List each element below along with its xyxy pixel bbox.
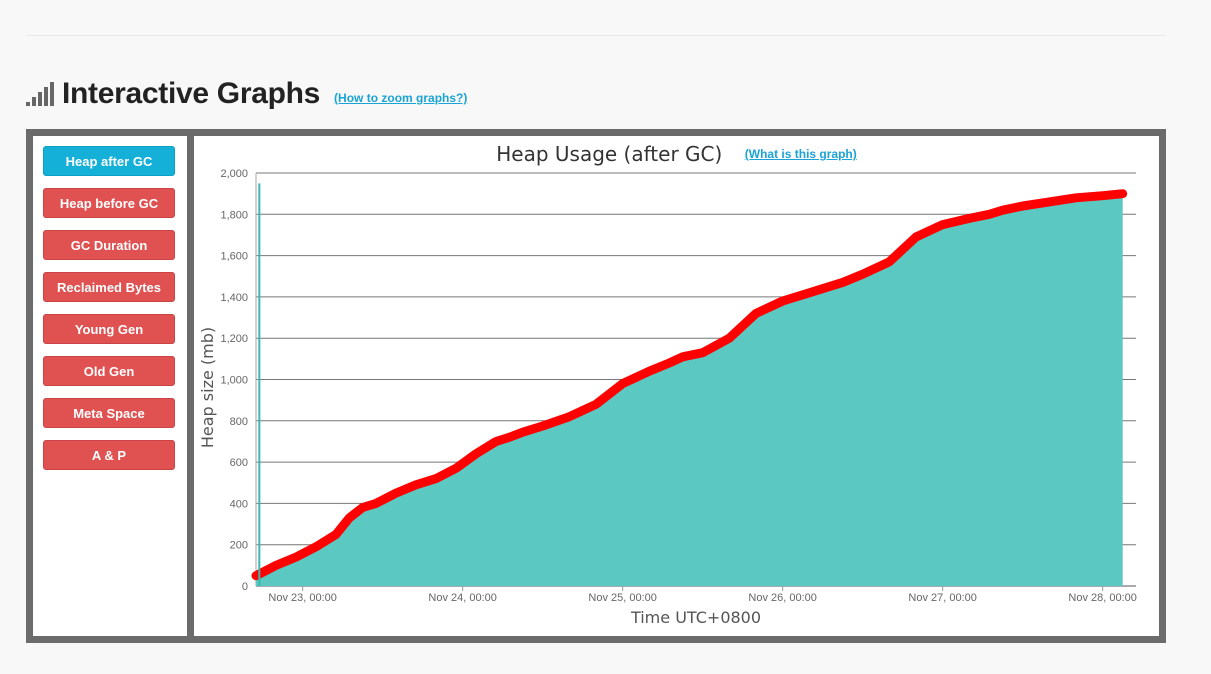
graph-nav-sidebar: Heap after GC Heap before GC GC Duration…	[33, 136, 187, 636]
heap-after-gc-button[interactable]: Heap after GC	[43, 146, 175, 176]
reclaimed-bytes-button[interactable]: Reclaimed Bytes	[43, 272, 175, 302]
x-tick-label: Nov 26, 00:00	[748, 592, 817, 604]
a-and-p-button[interactable]: A & P	[43, 440, 175, 470]
signal-bars-icon	[26, 82, 54, 106]
heap-area-fill	[256, 193, 1123, 586]
young-gen-button[interactable]: Young Gen	[43, 314, 175, 344]
chart-panel[interactable]: 0 200 400 600 800 1,000 1,200 1,400 1,600 1,800 2,…	[194, 136, 1159, 636]
x-tick-label: Nov 25, 00:00	[588, 592, 657, 604]
y-tick-label: 800	[230, 416, 248, 428]
y-tick-label: 1,000	[220, 375, 248, 387]
chart-title: Heap Usage (after GC)	[496, 142, 723, 166]
y-tick-label: 1,600	[220, 251, 248, 263]
heap-before-gc-button[interactable]: Heap before GC	[43, 188, 175, 218]
y-tick-label: 1,400	[220, 292, 248, 304]
graph-frame: Heap after GC Heap before GC GC Duration…	[26, 129, 1166, 643]
heap-usage-chart[interactable]: 0 200 400 600 800 1,000 1,200 1,400 1,600 1,800 2,…	[194, 136, 1159, 636]
top-divider	[26, 35, 1166, 36]
x-tick-label: Nov 28, 00:00	[1068, 592, 1137, 604]
y-tick-label: 2,000	[220, 168, 248, 180]
zoom-help-link[interactable]: (How to zoom graphs?)	[334, 91, 467, 105]
y-tick-label: 200	[230, 540, 248, 552]
y-tick-label: 400	[230, 498, 248, 510]
graph-help-link[interactable]: (What is this graph)	[745, 147, 857, 161]
x-axis-label: Time UTC+0800	[630, 608, 761, 627]
y-tick-label: 0	[242, 581, 248, 593]
page-header: Interactive Graphs (How to zoom graphs?)	[26, 74, 467, 114]
old-gen-button[interactable]: Old Gen	[43, 356, 175, 386]
y-tick-label: 1,800	[220, 209, 248, 221]
x-tick-label: Nov 23, 00:00	[268, 592, 337, 604]
meta-space-button[interactable]: Meta Space	[43, 398, 175, 428]
page-title: Interactive Graphs	[62, 77, 321, 110]
y-tick-label: 1,200	[220, 333, 248, 345]
x-tick-label: Nov 27, 00:00	[908, 592, 977, 604]
gc-duration-button[interactable]: GC Duration	[43, 230, 175, 260]
x-tick-label: Nov 24, 00:00	[428, 592, 497, 604]
y-axis-label: Heap size (mb)	[198, 327, 217, 448]
chart-header: Heap Usage (after GC) (What is this grap…	[194, 142, 1159, 166]
y-tick-label: 600	[230, 457, 248, 469]
